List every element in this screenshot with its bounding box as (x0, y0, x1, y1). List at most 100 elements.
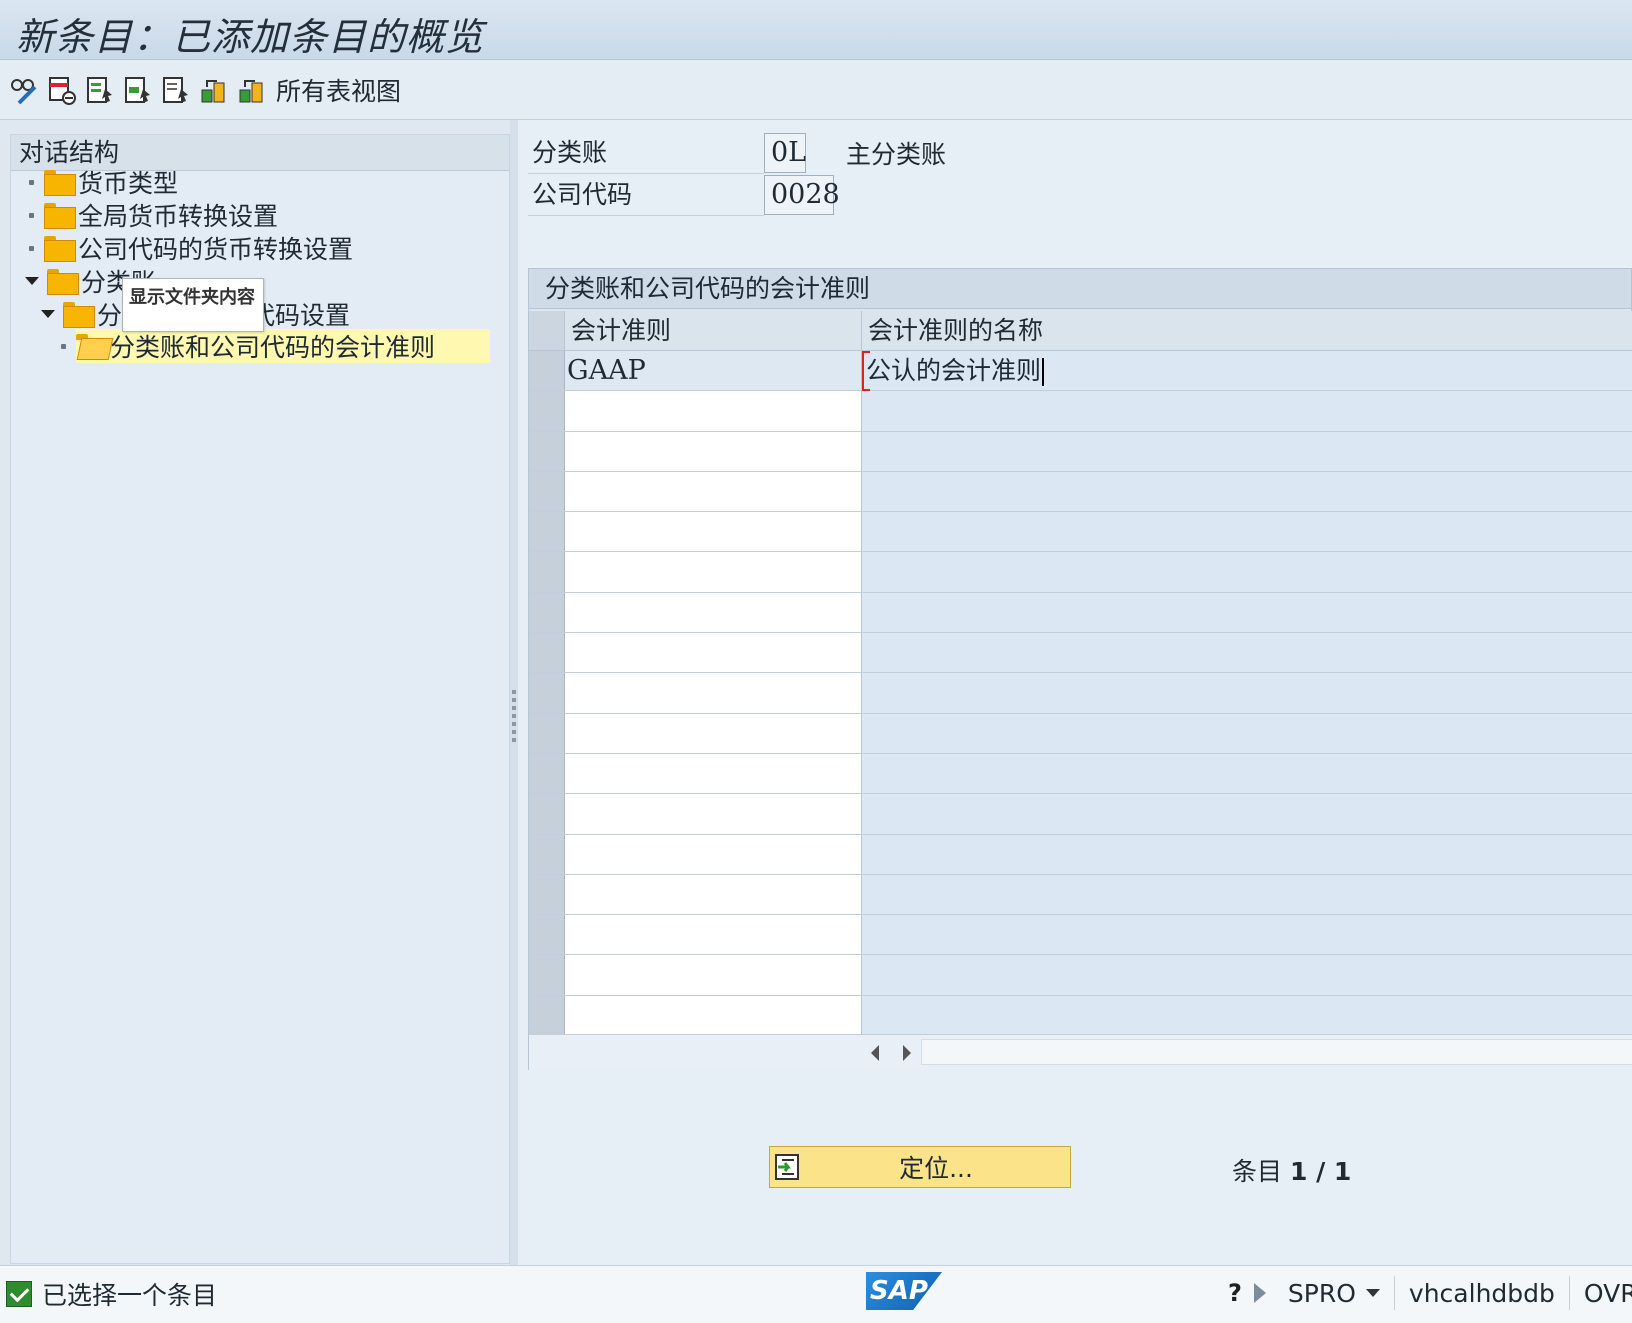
principle-name-cell[interactable] (862, 713, 1632, 753)
principle-name-cell[interactable] (862, 834, 1632, 874)
chevron-down-icon[interactable] (1365, 1289, 1380, 1297)
select-block-icon[interactable] (122, 73, 154, 107)
ledger-field[interactable]: 0L (764, 133, 806, 173)
status-bar: 已选择一个条目 SAP ? SPRO vhcalhdbdb OVR (0, 1265, 1632, 1323)
select-all-rows-button[interactable] (529, 311, 565, 350)
accounting-principle-cell[interactable] (565, 713, 862, 753)
expand-triangle-icon[interactable] (41, 310, 55, 318)
status-message-text: 已选择一个条目 (42, 1281, 218, 1310)
principle-name-cell[interactable]: 公认的会计准则 (862, 351, 1632, 391)
row-selector[interactable] (529, 874, 565, 915)
input-mode[interactable]: OVR (1584, 1279, 1632, 1308)
principle-name-cell[interactable] (862, 874, 1632, 915)
table-row (529, 471, 1632, 513)
folder-icon (47, 269, 79, 295)
folder-icon (44, 170, 76, 196)
principle-name-cell[interactable] (862, 633, 1632, 673)
principle-name-cell[interactable] (862, 673, 1632, 713)
play-icon[interactable] (1253, 1283, 1266, 1303)
tree-item-company-code-currency-conversion[interactable]: 公司代码的货币转换设置 (29, 231, 353, 265)
principle-name-cell[interactable] (862, 592, 1632, 633)
principle-name-cell[interactable] (862, 552, 1632, 592)
row-selector[interactable] (529, 713, 565, 753)
table-row (529, 512, 1632, 553)
splitter-grip-icon[interactable] (512, 690, 516, 746)
accounting-principle-cell[interactable] (565, 512, 862, 552)
principle-name-cell[interactable] (862, 794, 1632, 834)
scroll-track[interactable] (921, 1039, 1632, 1065)
accounting-principle-cell[interactable] (565, 874, 862, 915)
accounting-principle-cell[interactable] (565, 471, 862, 512)
tree-item-label: 货币类型 (78, 169, 179, 198)
principle-name-cell[interactable] (862, 471, 1632, 512)
row-selector[interactable] (529, 794, 565, 834)
row-selector[interactable] (529, 915, 565, 955)
expand-triangle-icon[interactable] (25, 277, 39, 285)
tree-item-currency-types[interactable]: 货币类型 (29, 165, 178, 199)
accounting-principle-cell[interactable] (565, 633, 862, 673)
bullet-icon (29, 179, 34, 185)
accounting-principle-cell[interactable] (565, 955, 862, 995)
company-code-field[interactable]: 0028 (764, 175, 840, 215)
accounting-principles-table: 分类账和公司代码的会计准则 会计准则 会计准则的名称 GAAP 公认的会计准则 (528, 268, 1632, 1070)
folder-icon (44, 203, 76, 229)
delete-row-icon[interactable] (46, 73, 78, 107)
column-header-accounting-principle[interactable]: 会计准则 (565, 311, 862, 350)
accounting-principle-cell[interactable] (565, 391, 862, 431)
accounting-principle-cell[interactable] (565, 673, 862, 713)
row-selector[interactable] (529, 512, 565, 552)
row-selector[interactable] (529, 431, 565, 471)
principle-name-cell[interactable] (862, 391, 1632, 431)
accounting-principle-cell[interactable] (565, 834, 862, 874)
scroll-left-icon[interactable] (871, 1045, 879, 1061)
glasses-edit-icon[interactable] (8, 73, 40, 107)
accounting-principle-cell[interactable] (565, 431, 862, 471)
help-icon[interactable]: ? (1228, 1279, 1242, 1307)
row-selector[interactable] (529, 673, 565, 713)
accounting-principle-cell[interactable] (565, 794, 862, 834)
horizontal-scrollbar[interactable] (529, 1034, 1632, 1070)
row-selector[interactable] (529, 471, 565, 512)
accounting-principle-cell[interactable] (565, 915, 862, 955)
entry-counter-label: 条目 (1232, 1157, 1283, 1186)
position-button[interactable]: 定位... (769, 1146, 1071, 1188)
tree-item-label: 分类账和公司代码的会计准则 (110, 333, 436, 362)
row-selector[interactable] (529, 552, 565, 592)
row-selector[interactable] (529, 753, 565, 794)
accounting-principle-cell[interactable] (565, 995, 862, 1036)
row-selector[interactable] (529, 633, 565, 673)
principle-name-cell[interactable] (862, 753, 1632, 794)
principle-name-cell[interactable] (862, 512, 1632, 552)
text-cursor (1042, 358, 1045, 386)
principle-name-cell[interactable] (862, 995, 1632, 1036)
select-all-icon[interactable] (84, 73, 116, 107)
row-selector[interactable] (529, 834, 565, 874)
accounting-principle-cell[interactable] (565, 552, 862, 592)
scroll-right-icon[interactable] (903, 1045, 911, 1061)
principle-name-cell[interactable] (862, 915, 1632, 955)
table-row (529, 633, 1632, 674)
row-selector[interactable] (529, 351, 565, 391)
deselect-all-icon[interactable] (160, 73, 192, 107)
column-header-principle-name[interactable]: 会计准则的名称 (862, 311, 1632, 350)
tree-item-accounting-principles[interactable]: 分类账和公司代码的会计准则 (11, 329, 491, 363)
principle-name-cell[interactable] (862, 431, 1632, 471)
accounting-principle-cell[interactable] (565, 592, 862, 633)
tree-item-global-currency-conversion[interactable]: 全局货币转换设置 (29, 198, 278, 232)
principle-name-cell[interactable] (862, 955, 1632, 995)
table-row (529, 955, 1632, 996)
all-table-views-icon[interactable] (236, 73, 268, 107)
principle-name-text: 公认的会计准则 (866, 356, 1042, 385)
row-selector[interactable] (529, 391, 565, 431)
all-table-views-button[interactable]: 所有表视图 (276, 72, 401, 108)
folder-icon (63, 302, 95, 328)
row-selector[interactable] (529, 955, 565, 995)
accounting-principle-cell[interactable] (565, 753, 862, 794)
accounting-principle-cell[interactable]: GAAP (565, 351, 862, 391)
divider (1568, 1276, 1570, 1310)
table-row (529, 995, 1632, 1037)
panel-splitter[interactable] (510, 120, 518, 1265)
configure-icon[interactable] (198, 73, 230, 107)
row-selector[interactable] (529, 592, 565, 633)
row-selector[interactable] (529, 995, 565, 1036)
